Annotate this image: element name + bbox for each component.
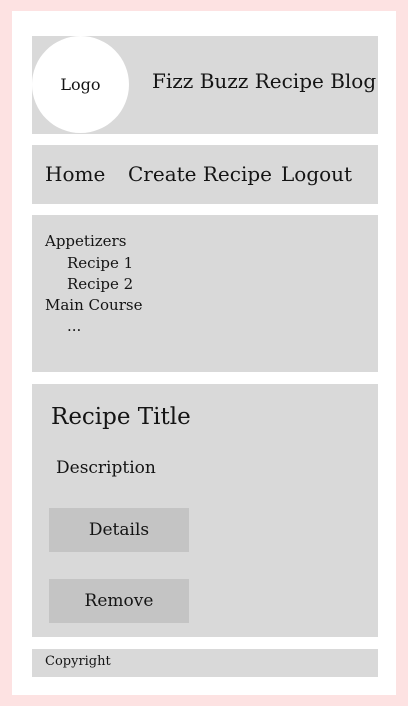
nav-logout-link[interactable]: Logout [281, 162, 352, 186]
logo[interactable]: Logo [32, 36, 129, 133]
nav-home-link[interactable]: Home [45, 162, 105, 186]
recipe-card: Recipe Title Description Details Remove [32, 384, 378, 637]
recipe-link-1[interactable]: Recipe 1 [67, 254, 133, 272]
nav-create-recipe-link[interactable]: Create Recipe [128, 162, 272, 186]
site-footer: Copyright [32, 649, 378, 677]
recipe-description: Description [56, 458, 156, 478]
recipe-link-2[interactable]: Recipe 2 [67, 275, 133, 293]
copyright-text: Copyright [45, 654, 111, 669]
category-main-course[interactable]: Main Course [45, 296, 142, 314]
details-button[interactable]: Details [49, 508, 189, 552]
site-header: Logo Fizz Buzz Recipe Blog [32, 36, 378, 134]
recipe-title: Recipe Title [51, 404, 191, 430]
recipe-category-list: Appetizers Recipe 1 Recipe 2 Main Course… [32, 215, 378, 372]
main-nav: Home Create Recipe Logout [32, 145, 378, 204]
category-appetizers[interactable]: Appetizers [45, 232, 126, 250]
remove-button[interactable]: Remove [49, 579, 189, 623]
blog-title: Fizz Buzz Recipe Blog [152, 69, 377, 93]
more-recipes-ellipsis: ... [67, 317, 82, 335]
